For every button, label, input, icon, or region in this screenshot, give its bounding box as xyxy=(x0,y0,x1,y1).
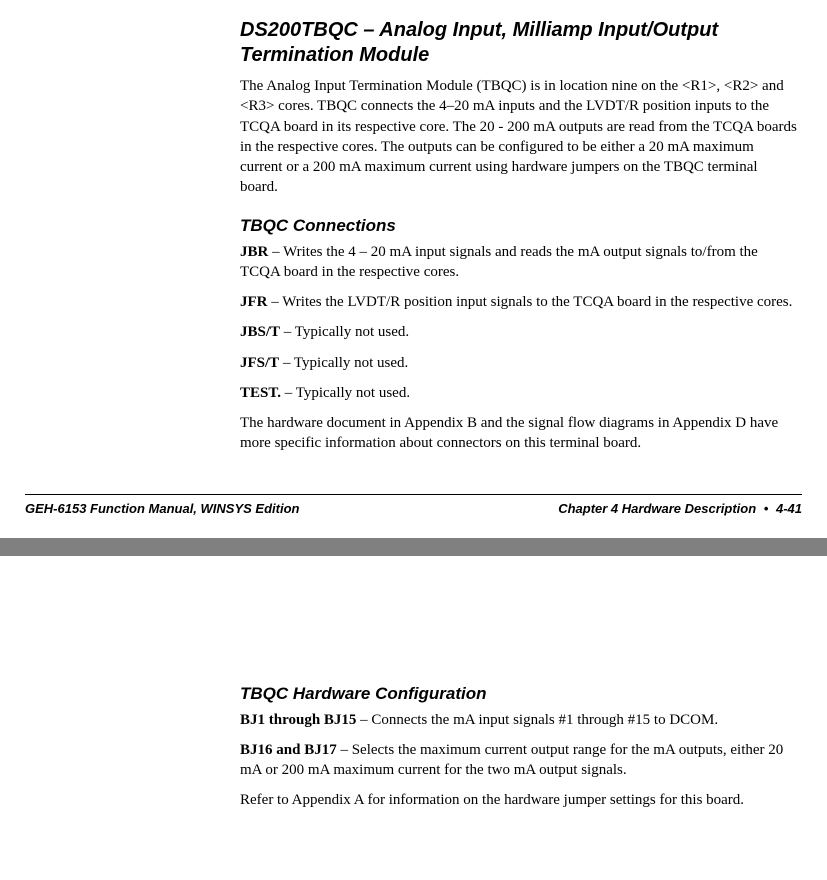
content-column: DS200TBQC – Analog Input, Milliamp Input… xyxy=(240,18,797,454)
hwcfg-heading: TBQC Hardware Configuration xyxy=(240,684,797,704)
connection-sep: – xyxy=(280,324,295,340)
connection-sep: – xyxy=(268,294,283,310)
connection-desc: Writes the LVDT/R position input signals… xyxy=(282,294,792,310)
module-title: DS200TBQC – Analog Input, Milliamp Input… xyxy=(240,18,797,68)
hwcfg-term: BJ16 and BJ17 xyxy=(240,742,337,758)
page-footer: GEH-6153 Function Manual, WINSYS Edition… xyxy=(25,501,802,528)
connection-desc: Typically not used. xyxy=(295,324,409,340)
connection-item: JFR – Writes the LVDT/R position input s… xyxy=(240,292,797,312)
hwcfg-term: BJ1 through BJ15 xyxy=(240,712,356,728)
connection-term: JFS/T xyxy=(240,355,279,371)
connection-term: TEST. xyxy=(240,385,281,401)
connection-sep: – xyxy=(268,244,283,260)
connection-term: JFR xyxy=(240,294,268,310)
connection-item: TEST. – Typically not used. xyxy=(240,383,797,403)
intro-paragraph: The Analog Input Termination Module (TBQ… xyxy=(240,76,797,198)
connection-term: JBR xyxy=(240,244,268,260)
hwcfg-item: BJ1 through BJ15 – Connects the mA input… xyxy=(240,710,797,730)
connection-desc: Writes the 4 – 20 mA input signals and r… xyxy=(240,244,758,280)
footer-right: Chapter 4 Hardware Description • 4-41 xyxy=(558,501,802,516)
hwcfg-desc: Connects the mA input signals #1 through… xyxy=(371,712,718,728)
top-margin xyxy=(0,556,827,666)
hwcfg-sep: – xyxy=(356,712,371,728)
connection-item: JFS/T – Typically not used. xyxy=(240,353,797,373)
connection-item: JBR – Writes the 4 – 20 mA input signals… xyxy=(240,242,797,283)
page-1: DS200TBQC – Analog Input, Milliamp Input… xyxy=(0,18,827,528)
footer-bullet-icon: • xyxy=(760,501,773,516)
hwcfg-outro: Refer to Appendix A for information on t… xyxy=(240,790,797,810)
connection-sep: – xyxy=(279,355,294,371)
connection-sep: – xyxy=(281,385,296,401)
connections-heading: TBQC Connections xyxy=(240,216,797,236)
connections-outro: The hardware document in Appendix B and … xyxy=(240,413,797,454)
connection-item: JBS/T – Typically not used. xyxy=(240,322,797,342)
page-2: TBQC Hardware Configuration BJ1 through … xyxy=(0,556,827,811)
hwcfg-item: BJ16 and BJ17 – Selects the maximum curr… xyxy=(240,740,797,781)
footer-left: GEH-6153 Function Manual, WINSYS Edition xyxy=(25,501,299,516)
footer-page-number: 4-41 xyxy=(776,501,802,516)
page-separator xyxy=(0,538,827,556)
footer-chapter: Chapter 4 Hardware Description xyxy=(558,501,756,516)
hwcfg-sep: – xyxy=(337,742,352,758)
connection-desc: Typically not used. xyxy=(296,385,410,401)
connection-term: JBS/T xyxy=(240,324,280,340)
connection-desc: Typically not used. xyxy=(294,355,408,371)
footer-rule xyxy=(25,494,802,495)
content-column: TBQC Hardware Configuration BJ1 through … xyxy=(240,684,797,811)
